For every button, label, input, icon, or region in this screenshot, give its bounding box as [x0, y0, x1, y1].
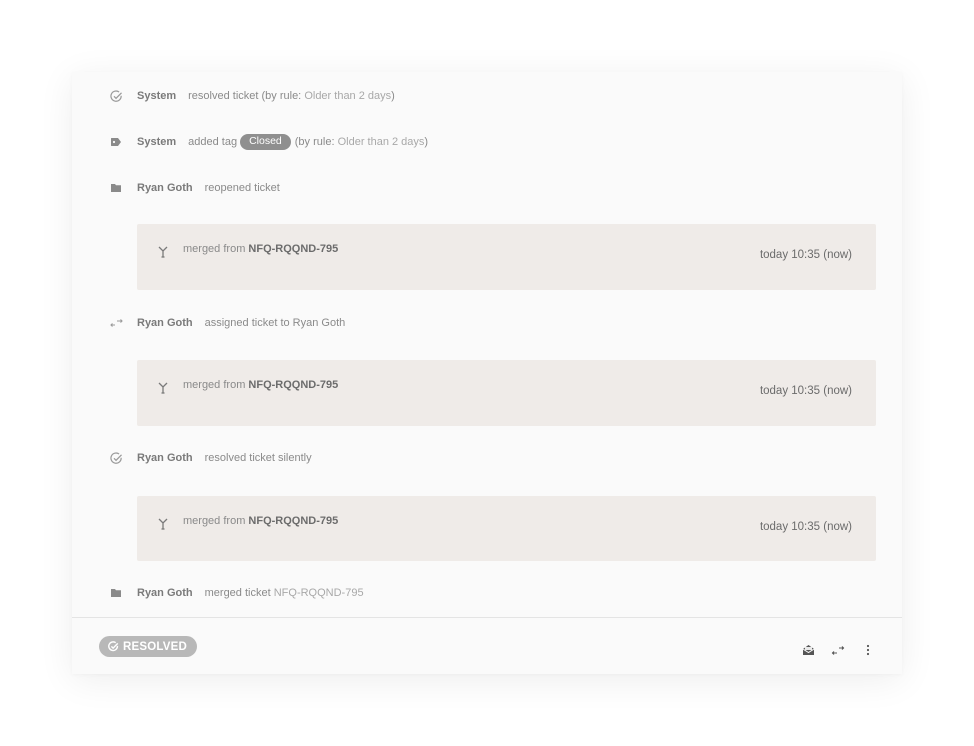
event-suffix: ): [391, 90, 395, 102]
activity-event: Ryan Goth merged ticket NFQ-RQQND-795: [72, 583, 902, 603]
check-circle-icon: [109, 451, 123, 465]
merge-notice: merged from NFQ-RQQND-795 today 10:35 (n…: [137, 360, 876, 426]
swap-arrows-icon[interactable]: [830, 642, 846, 658]
event-action: resolved ticket (by rule:: [188, 90, 302, 102]
merge-label: merged from: [183, 515, 246, 527]
event-rule: Older than 2 days: [304, 90, 392, 102]
merge-label: merged from: [183, 243, 246, 255]
merge-notice: merged from NFQ-RQQND-795 today 10:35 (n…: [137, 496, 876, 561]
swap-arrows-icon: [109, 316, 123, 330]
merge-ticket-id[interactable]: NFQ-RQQND-795: [248, 379, 338, 391]
merge-notice: merged from NFQ-RQQND-795 today 10:35 (n…: [137, 224, 876, 290]
event-actor: Ryan Goth: [137, 587, 193, 599]
event-actor: Ryan Goth: [137, 452, 193, 464]
event-actor: System: [137, 136, 177, 148]
tag-icon: [109, 135, 123, 149]
event-actor: System: [137, 90, 177, 102]
merged-ticket-link[interactable]: NFQ-RQQND-795: [274, 587, 364, 599]
merge-icon: [156, 245, 170, 259]
footer-actions: [800, 642, 876, 658]
folder-icon: [109, 586, 123, 600]
event-suffix: ): [424, 136, 429, 148]
activity-event: Ryan Goth reopened ticket: [72, 178, 902, 198]
activity-event: System added tag Closed (by rule: Older …: [72, 132, 902, 152]
event-action-2: (by rule:: [294, 136, 335, 148]
event-rule: Older than 2 days: [337, 136, 425, 148]
folder-icon: [109, 181, 123, 195]
event-action: resolved ticket silently: [204, 452, 312, 464]
more-vertical-icon[interactable]: [860, 642, 876, 658]
merge-icon: [156, 381, 170, 395]
merge-text: merged from NFQ-RQQND-795: [183, 515, 338, 527]
merge-label: merged from: [183, 379, 246, 391]
closed-tag-badge[interactable]: Closed: [240, 134, 291, 150]
merge-ticket-id[interactable]: NFQ-RQQND-795: [248, 515, 338, 527]
mail-open-icon[interactable]: [800, 642, 816, 658]
check-circle-icon: [109, 89, 123, 103]
merge-timestamp: today 10:35 (now): [759, 385, 852, 397]
merge-timestamp: today 10:35 (now): [759, 521, 852, 533]
event-actor: Ryan Goth: [137, 317, 193, 329]
ticket-footer: RESOLVED: [72, 617, 902, 675]
merge-text: merged from NFQ-RQQND-795: [183, 243, 338, 255]
resolved-status-badge[interactable]: RESOLVED: [99, 636, 198, 657]
event-action: added tag: [188, 136, 238, 148]
activity-event: Ryan Goth assigned ticket to Ryan Goth: [72, 313, 902, 333]
merge-text: merged from NFQ-RQQND-795: [183, 379, 338, 391]
merge-ticket-id[interactable]: NFQ-RQQND-795: [248, 243, 338, 255]
activity-event: System resolved ticket (by rule: Older t…: [72, 86, 902, 106]
activity-event: Ryan Goth resolved ticket silently: [72, 448, 902, 468]
merge-timestamp: today 10:35 (now): [759, 249, 852, 261]
event-action: assigned ticket to Ryan Goth: [204, 317, 346, 329]
ticket-activity-card: System resolved ticket (by rule: Older t…: [72, 72, 902, 674]
event-actor: Ryan Goth: [137, 182, 193, 194]
check-circle-icon: [108, 641, 119, 652]
event-action: merged ticket: [204, 587, 271, 599]
status-label: RESOLVED: [123, 640, 188, 653]
merge-icon: [156, 517, 170, 531]
event-action: reopened ticket: [204, 182, 280, 194]
